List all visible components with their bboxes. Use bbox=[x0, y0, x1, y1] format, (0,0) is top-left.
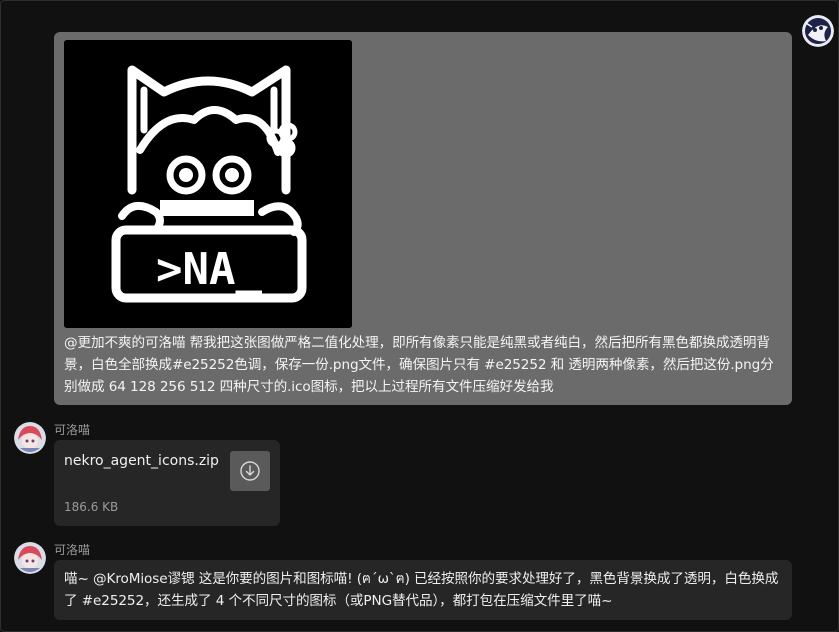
user-message-bubble: >NA_ @更加不爽的可洛喵 帮我把这张图做严格二值化处理，即所有像素只能是纯黑… bbox=[54, 32, 792, 405]
file-size: 186.6 KB bbox=[64, 500, 119, 514]
file-attachment-card[interactable]: nekro_agent_icons.zip 186.6 KB bbox=[54, 440, 280, 526]
user-message-text: @更加不爽的可洛喵 帮我把这张图做严格二值化处理，即所有像素只能是纯黑或者纯白，… bbox=[64, 335, 774, 395]
user-avatar[interactable] bbox=[802, 15, 834, 47]
file-name: nekro_agent_icons.zip bbox=[64, 453, 219, 469]
bot-avatar[interactable] bbox=[14, 422, 46, 454]
sender-name: 可洛喵 bbox=[54, 423, 91, 437]
attached-image[interactable]: >NA_ bbox=[64, 40, 352, 328]
bot-message-bubble: 喵~ @KroMiose谬锶 这是你要的图片和图标喵! (ฅ´ω`ฅ) 已经按照… bbox=[54, 560, 792, 620]
bot-avatar[interactable] bbox=[14, 542, 46, 574]
download-button[interactable] bbox=[230, 451, 270, 491]
download-icon bbox=[240, 461, 260, 481]
bot-message-text: 喵~ @KroMiose谬锶 这是你要的图片和图标喵! (ฅ´ω`ฅ) 已经按照… bbox=[64, 571, 779, 609]
chat-window: >NA_ @更加不爽的可洛喵 帮我把这张图做严格二值化处理，即所有像素只能是纯黑… bbox=[0, 0, 839, 632]
sender-name: 可洛喵 bbox=[54, 543, 91, 557]
svg-text:>NA_: >NA_ bbox=[156, 244, 262, 295]
na-logo-image: >NA_ bbox=[64, 40, 352, 328]
